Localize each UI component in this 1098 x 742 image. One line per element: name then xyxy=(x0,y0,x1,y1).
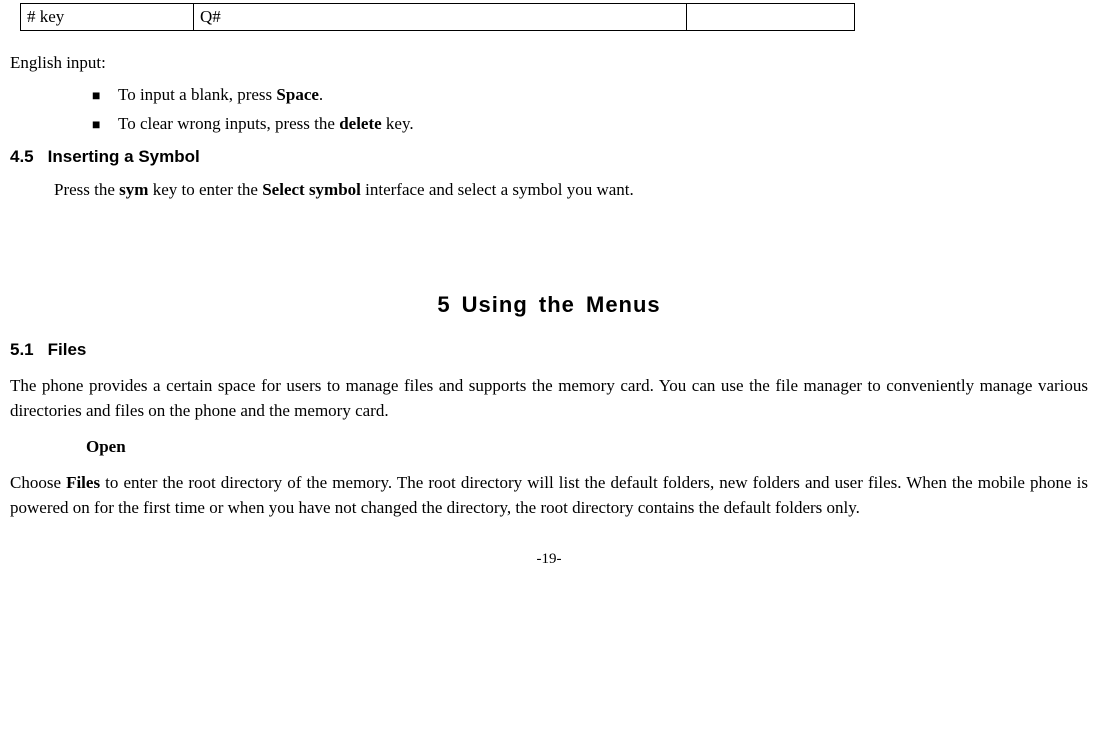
bold-delete: delete xyxy=(339,114,381,133)
text: to enter the root directory of the memor… xyxy=(10,473,1088,517)
cell-key: # key xyxy=(21,4,194,31)
text: To input a blank, press xyxy=(118,85,276,104)
section-number: 5.1 xyxy=(10,340,34,360)
cell-value: Q# xyxy=(194,4,687,31)
list-item: To clear wrong inputs, press the delete … xyxy=(10,111,1088,137)
text: To clear wrong inputs, press the xyxy=(118,114,339,133)
text: key to enter the xyxy=(148,180,262,199)
page-number: -19- xyxy=(10,551,1088,568)
text: key. xyxy=(382,114,414,133)
section-title: Files xyxy=(48,340,87,359)
chapter-5-title: 5 Using the Menus xyxy=(10,292,1088,318)
list-item: To input a blank, press Space. xyxy=(10,82,1088,108)
section-title: Inserting a Symbol xyxy=(48,147,200,166)
section-4-5-body: Press the sym key to enter the Select sy… xyxy=(54,177,1088,203)
cell-extra xyxy=(687,4,855,31)
open-heading: Open xyxy=(86,437,1088,457)
section-number: 4.5 xyxy=(10,147,34,167)
section-4-5-heading: 4.5 Inserting a Symbol xyxy=(10,147,1088,167)
open-body: Choose Files to enter the root directory… xyxy=(10,471,1088,520)
section-5-1-heading: 5.1 Files xyxy=(10,340,1088,360)
text: . xyxy=(319,85,323,104)
text: Press the xyxy=(54,180,119,199)
bold-files: Files xyxy=(66,473,100,492)
table-row: # key Q# xyxy=(21,4,855,31)
section-5-1-body: The phone provides a certain space for u… xyxy=(10,374,1088,423)
english-input-list: To input a blank, press Space. To clear … xyxy=(10,82,1088,137)
bold-space: Space xyxy=(276,85,319,104)
bold-sym: sym xyxy=(119,180,148,199)
bold-select-symbol: Select symbol xyxy=(262,180,361,199)
english-input-intro: English input: xyxy=(10,51,1088,76)
text: Choose xyxy=(10,473,66,492)
key-table: # key Q# xyxy=(20,3,855,31)
text: interface and select a symbol you want. xyxy=(361,180,634,199)
